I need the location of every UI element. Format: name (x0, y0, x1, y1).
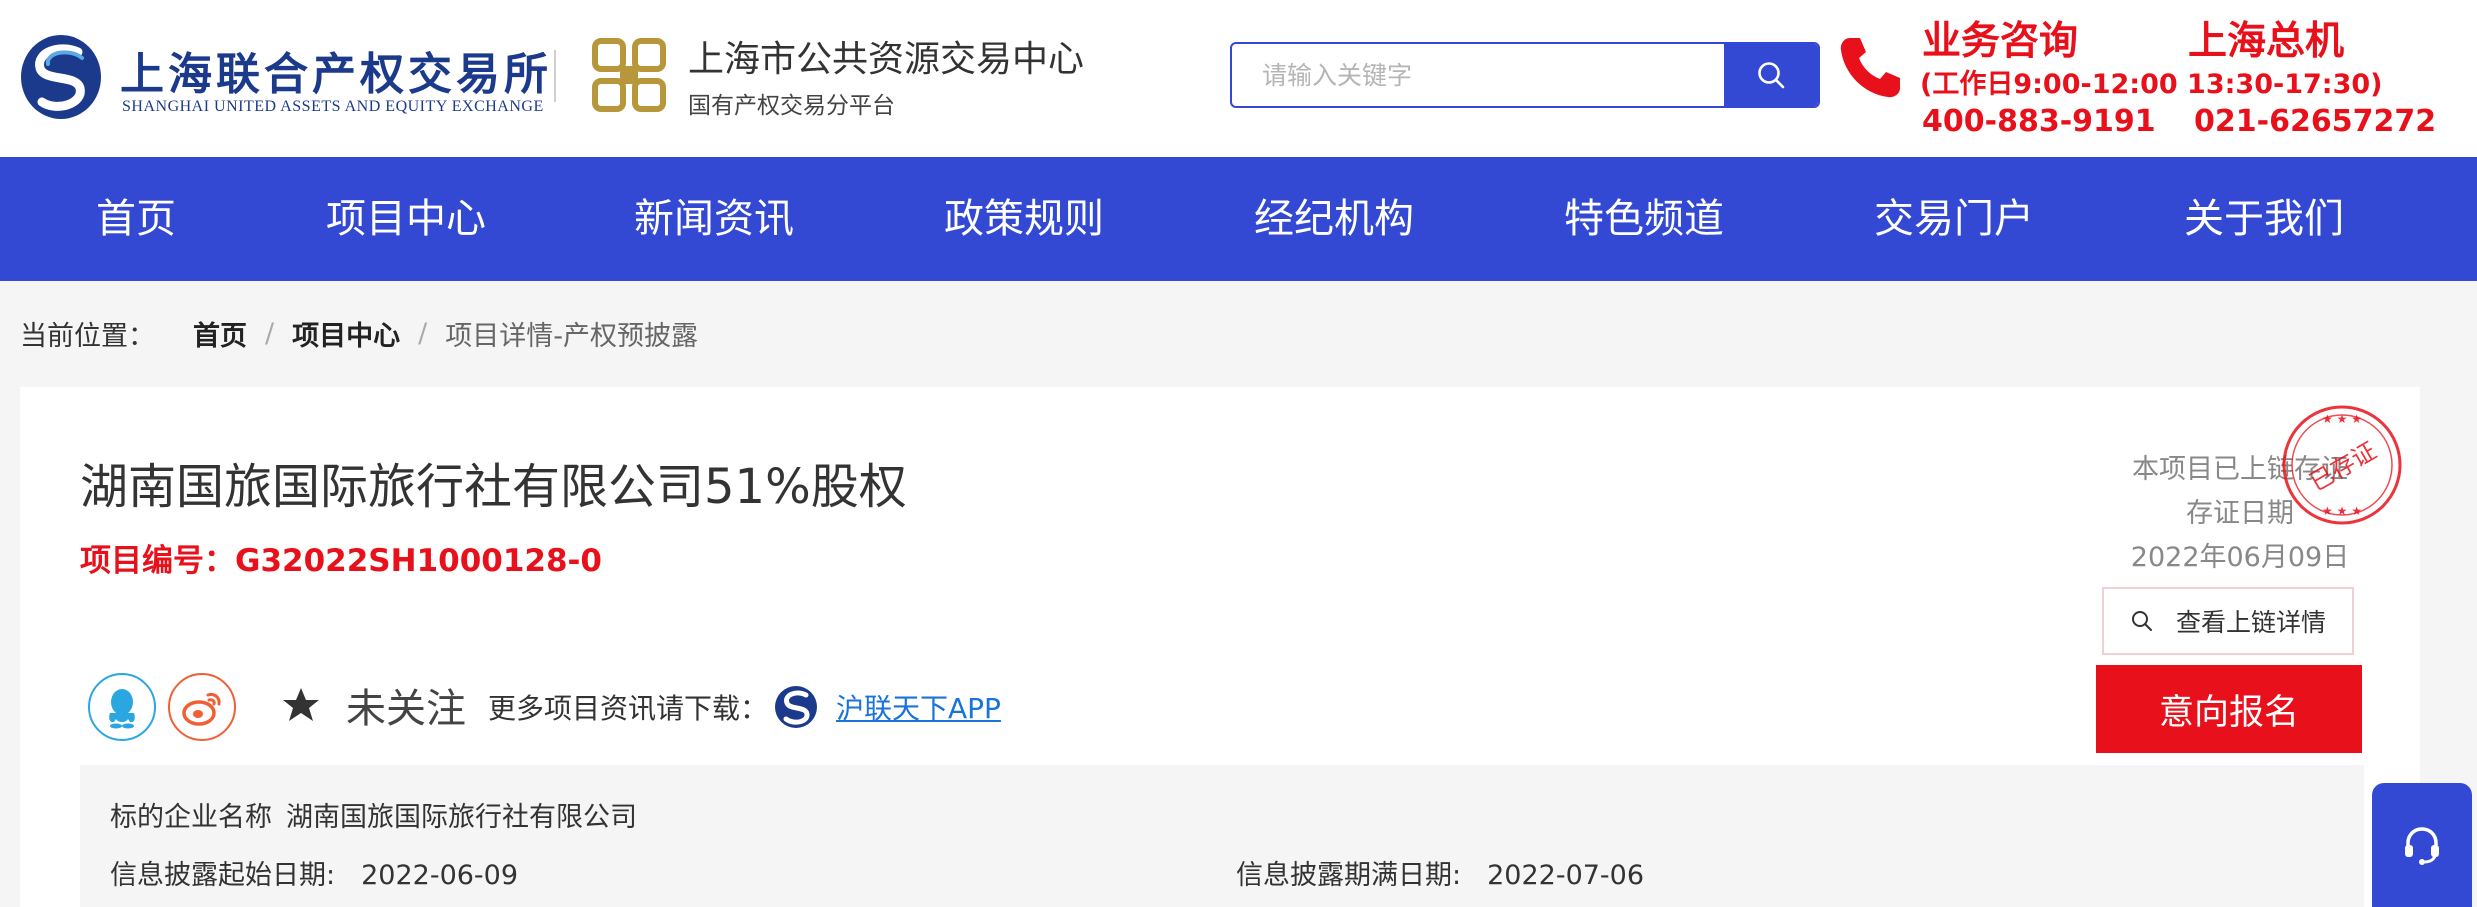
search-icon (2131, 611, 2152, 631)
view-chain-details-button[interactable]: 查看上链详情 (2102, 587, 2354, 655)
info-company-value: 湖南国旅国际旅行社有限公司 (286, 802, 637, 833)
project-title: 湖南国旅国际旅行社有限公司51%股权 (80, 459, 907, 515)
search-input[interactable] (1232, 44, 1724, 106)
qq-icon (109, 689, 135, 729)
nav-item-projects[interactable]: 项目中心 (326, 157, 486, 281)
follow-label: 未关注 (346, 686, 466, 732)
nav-item-news[interactable]: 新闻资讯 (634, 157, 794, 281)
sue-name-en: SHANGHAI UNITED ASSETS AND EQUITY EXCHAN… (122, 98, 544, 115)
info-company-label: 标的企业名称 (110, 802, 272, 833)
svg-text:★ ★ ★: ★ ★ ★ (2322, 504, 2362, 518)
consult-phone: 400-883-9191 (1922, 104, 2156, 139)
download-prompt: 更多项目资讯请下载： (488, 692, 769, 725)
breadcrumb: 当前位置： 首页 / 项目中心 / 项目详情-产权预披露 (20, 314, 698, 353)
main-nav: 首页 项目中心 新闻资讯 政策规则 经纪机构 特色频道 交易门户 关于我们 (0, 157, 2477, 281)
header-divider (554, 50, 556, 102)
certified-stamp-icon: 已存证 ★ ★ ★ ★ ★ ★ (2282, 405, 2402, 525)
search-box (1230, 42, 1820, 108)
view-chain-details-label: 查看上链详情 (2175, 608, 2326, 637)
breadcrumb-projects[interactable]: 项目中心 (292, 314, 400, 353)
search-button[interactable] (1724, 44, 1818, 106)
info-start-row: 信息披露起始日期: 2022-06-09 (110, 853, 518, 892)
weibo-icon (182, 693, 221, 726)
hq-title: 上海总机 (2188, 19, 2345, 64)
headset-icon (2405, 827, 2439, 865)
project-detail-panel: 湖南国旅国际旅行社有限公司51%股权 项目编号：G32022SH1000128-… (20, 387, 2420, 907)
intent-signup-button[interactable]: 意向报名 (2096, 665, 2362, 753)
follow-toggle[interactable]: 未关注 (282, 675, 466, 735)
app-download-link[interactable]: 沪联天下APP (836, 687, 1001, 727)
share-weibo-button[interactable] (168, 673, 236, 741)
info-company-row: 标的企业名称 湖南国旅国际旅行社有限公司 (110, 795, 637, 834)
stamp-text: 已存证 (2305, 437, 2381, 497)
hq-phone: 021-62657272 (2194, 104, 2437, 139)
project-code-label: 项目编号： (80, 543, 235, 579)
breadcrumb-prefix: 当前位置： (20, 321, 155, 352)
consult-title: 业务咨询 (1922, 19, 2079, 64)
breadcrumb-separator: / (418, 318, 428, 349)
platform-subtitle: 国有产权交易分平台 (688, 93, 895, 119)
office-hours: (工作日9:00-12:00 13:30-17:30) (1920, 69, 2383, 100)
share-qq-button[interactable] (88, 673, 156, 741)
info-end-label: 信息披露期满日期: (1236, 860, 1462, 891)
site-header: 上海联合产权交易所 SHANGHAI UNITED ASSETS AND EQU… (0, 0, 2477, 157)
star-icon (283, 688, 319, 721)
info-end-value: 2022-07-06 (1487, 860, 1645, 891)
project-code: 项目编号：G32022SH1000128-0 (80, 535, 602, 580)
nav-item-home[interactable]: 首页 (96, 157, 176, 281)
sue-name-cn[interactable]: 上海联合产权交易所 (120, 38, 552, 102)
chain-date: 2022年06月09日 (2130, 542, 2350, 573)
nav-item-policy[interactable]: 政策规则 (944, 157, 1104, 281)
public-resource-logo-icon[interactable] (590, 36, 668, 114)
phone-icon (1840, 38, 1900, 98)
info-start-label: 信息披露起始日期: (110, 860, 336, 891)
svg-text:★ ★ ★: ★ ★ ★ (2322, 412, 2362, 426)
platform-name: 上海市公共资源交易中心 (688, 39, 1085, 80)
project-info-box: 标的企业名称 湖南国旅国际旅行社有限公司 信息披露起始日期: 2022-06-09 … (80, 765, 2364, 907)
info-start-value: 2022-06-09 (361, 860, 519, 891)
nav-item-featured[interactable]: 特色频道 (1564, 157, 1724, 281)
breadcrumb-home[interactable]: 首页 (193, 314, 247, 353)
nav-item-portal[interactable]: 交易门户 (1874, 157, 2034, 281)
nav-item-brokers[interactable]: 经纪机构 (1254, 157, 1414, 281)
nav-item-about[interactable]: 关于我们 (2184, 157, 2344, 281)
breadcrumb-current: 项目详情-产权预披露 (445, 321, 698, 352)
breadcrumb-separator: / (265, 318, 275, 349)
customer-service-float[interactable] (2372, 783, 2472, 907)
info-end-row: 信息披露期满日期: 2022-07-06 (1236, 853, 1644, 892)
app-logo-icon (775, 686, 817, 728)
project-code-value: G32022SH1000128-0 (235, 543, 602, 579)
sue-logo-icon[interactable] (20, 34, 102, 120)
search-icon (1758, 62, 1785, 89)
